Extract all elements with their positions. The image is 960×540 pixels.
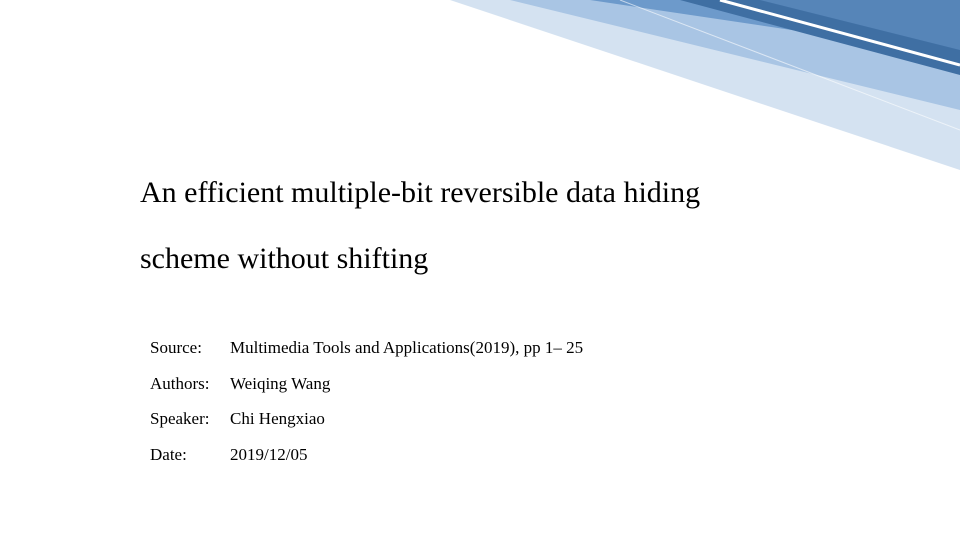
speaker-label: Speaker:: [150, 401, 230, 437]
title-line-2: scheme without shifting: [140, 242, 428, 275]
source-value: Multimedia Tools and Applications(2019),…: [230, 330, 583, 366]
speaker-value: Chi Hengxiao: [230, 401, 583, 437]
slide-title: An efficient multiple-bit reversible dat…: [140, 160, 840, 292]
date-value: 2019/12/05: [230, 437, 583, 473]
authors-row: Authors: Weiqing Wang: [150, 366, 583, 402]
source-row: Source: Multimedia Tools and Application…: [150, 330, 583, 366]
speaker-row: Speaker: Chi Hengxiao: [150, 401, 583, 437]
authors-label: Authors:: [150, 366, 230, 402]
authors-value: Weiqing Wang: [230, 366, 583, 402]
source-label: Source:: [150, 330, 230, 366]
date-label: Date:: [150, 437, 230, 473]
title-line-1: An efficient multiple-bit reversible dat…: [140, 176, 700, 209]
date-row: Date: 2019/12/05: [150, 437, 583, 473]
metadata-block: Source: Multimedia Tools and Application…: [150, 330, 583, 473]
